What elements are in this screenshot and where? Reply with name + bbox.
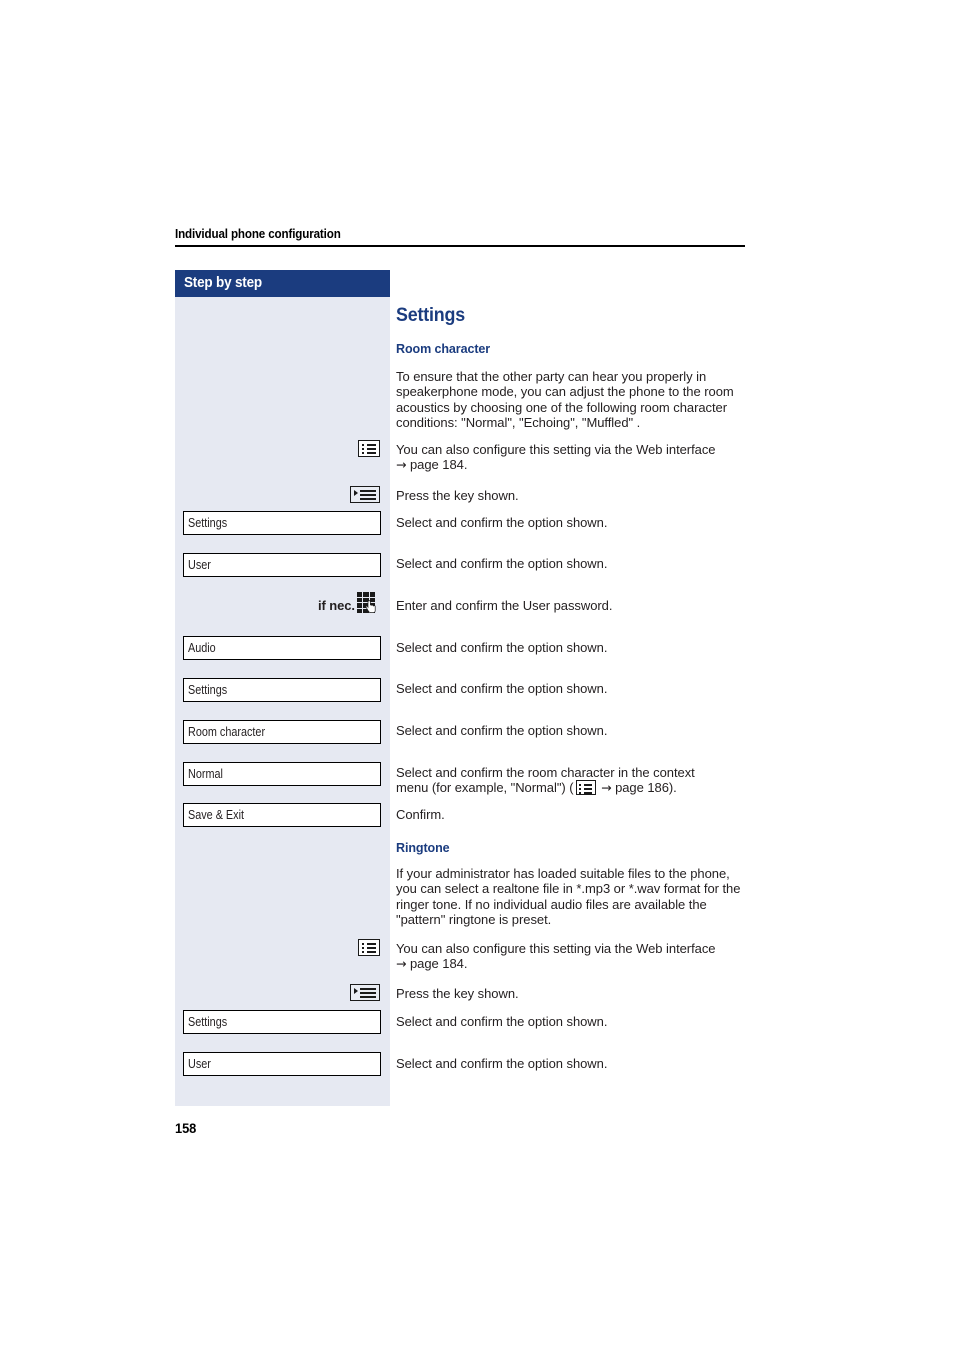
option-box-label: User bbox=[188, 558, 211, 572]
header-divider-rule bbox=[175, 245, 745, 247]
paragraph-room-character-intro: To ensure that the other party can hear … bbox=[396, 369, 734, 431]
option-box-user[interactable]: User bbox=[183, 553, 381, 577]
subsection-heading-room-character: Room character bbox=[396, 341, 491, 356]
page-title: Settings bbox=[396, 305, 465, 326]
select-room-character-line1: Select and confirm the room character in… bbox=[396, 765, 695, 780]
option-box-settings[interactable]: Settings bbox=[183, 511, 381, 535]
web-interface-page-ref-2: page 184. bbox=[410, 956, 468, 972]
keypad-icon bbox=[357, 592, 380, 615]
option-box-room-character[interactable]: Room character bbox=[183, 720, 381, 744]
option-box-label: Save & Exit bbox=[188, 808, 244, 822]
paragraph-select-confirm-7: Select and confirm the option shown. bbox=[396, 1056, 608, 1071]
option-box-user[interactable]: User bbox=[183, 1052, 381, 1076]
web-interface-note-text: You can also configure this setting via … bbox=[396, 442, 716, 457]
option-box-label: Audio bbox=[188, 641, 216, 655]
option-box-label: Normal bbox=[188, 767, 223, 781]
option-box-label: Settings bbox=[188, 1015, 228, 1029]
select-room-character-line2a: menu (for example, "Normal") ( bbox=[396, 780, 574, 796]
option-box-audio[interactable]: Audio bbox=[183, 636, 381, 660]
page-number: 158 bbox=[175, 1120, 197, 1136]
paragraph-select-confirm-5: Select and confirm the option shown. bbox=[396, 723, 608, 738]
option-box-label: Room character bbox=[188, 725, 266, 739]
web-interface-note-2-text: You can also configure this setting via … bbox=[396, 941, 716, 956]
arrow-right-glyph-inline: → bbox=[601, 780, 612, 796]
subsection-heading-ringtone: Ringtone bbox=[396, 840, 450, 855]
menu-key-icon bbox=[350, 984, 380, 1001]
option-box-settings[interactable]: Settings bbox=[183, 678, 381, 702]
arrow-right-glyph-2: → bbox=[396, 956, 407, 972]
paragraph-select-confirm-1: Select and confirm the option shown. bbox=[396, 515, 608, 530]
paragraph-press-key: Press the key shown. bbox=[396, 488, 519, 503]
paragraph-select-confirm-4: Select and confirm the option shown. bbox=[396, 681, 608, 696]
running-header-text: Individual phone configuration bbox=[175, 227, 341, 241]
option-box-settings[interactable]: Settings bbox=[183, 1010, 381, 1034]
document-page: Individual phone configuration Step by s… bbox=[0, 0, 954, 1351]
web-interface-page-ref: page 184. bbox=[410, 457, 468, 473]
option-box-label: Settings bbox=[188, 683, 228, 697]
step-by-step-banner-label: Step by step bbox=[184, 275, 262, 291]
paragraph-select-confirm-3: Select and confirm the option shown. bbox=[396, 640, 608, 655]
paragraph-select-confirm-2: Select and confirm the option shown. bbox=[396, 556, 608, 571]
web-interface-icon bbox=[575, 780, 596, 796]
paragraph-ringtone-intro: If your administrator has loaded suitabl… bbox=[396, 866, 741, 928]
paragraph-web-interface-note-2: You can also configure this setting via … bbox=[396, 941, 746, 972]
paragraph-press-key-2: Press the key shown. bbox=[396, 986, 519, 1001]
menu-key-icon bbox=[350, 486, 380, 503]
web-interface-icon bbox=[358, 440, 380, 457]
option-box-save-and-exit[interactable]: Save & Exit bbox=[183, 803, 381, 827]
paragraph-web-interface-note: You can also configure this setting via … bbox=[396, 442, 746, 473]
web-interface-icon bbox=[358, 939, 380, 956]
paragraph-enter-password: Enter and confirm the User password. bbox=[396, 598, 613, 613]
option-box-normal[interactable]: Normal bbox=[183, 762, 381, 786]
step-by-step-banner: Step by step bbox=[175, 270, 390, 297]
paragraph-select-room-character: Select and confirm the room character in… bbox=[396, 765, 746, 796]
option-box-label: Settings bbox=[188, 516, 228, 530]
running-header: Individual phone configuration bbox=[175, 226, 745, 242]
select-room-character-line2b: page 186). bbox=[615, 780, 677, 796]
hand-cursor-icon bbox=[366, 600, 376, 613]
paragraph-select-confirm-6: Select and confirm the option shown. bbox=[396, 1014, 608, 1029]
option-box-label: User bbox=[188, 1057, 211, 1071]
arrow-right-glyph: → bbox=[396, 457, 407, 473]
if-necessary-label: if nec. bbox=[318, 598, 355, 613]
paragraph-confirm: Confirm. bbox=[396, 807, 445, 822]
